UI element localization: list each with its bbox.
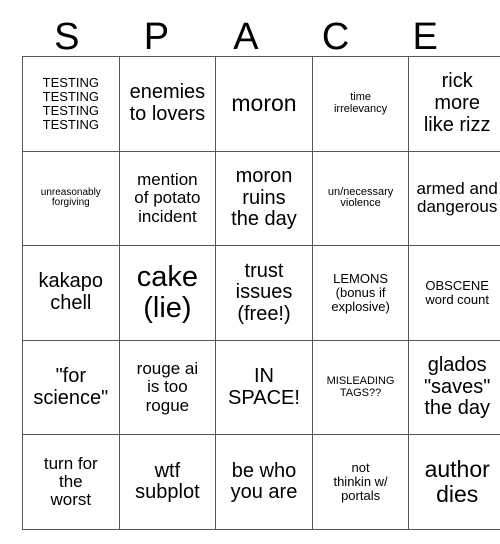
bingo-cell-label: moron: [231, 90, 297, 117]
bingo-cell-r1c2[interactable]: enemies to lovers: [118, 56, 217, 152]
bingo-cell-label: author dies: [424, 456, 490, 508]
bingo-row-5: turn for the worst wtf subplot be who yo…: [22, 434, 500, 530]
bingo-cell-r3c4[interactable]: LEMONS (bonus if explosive): [311, 245, 410, 341]
bingo-cell-r1c1[interactable]: TESTING TESTING TESTING TESTING: [22, 56, 120, 152]
bingo-cell-label: TESTING TESTING TESTING TESTING: [42, 74, 99, 132]
bingo-cell-r4c5[interactable]: glados "saves" the day: [408, 339, 500, 436]
bingo-cell-r5c5[interactable]: author dies: [408, 434, 500, 530]
bingo-cell-r4c1[interactable]: "for science": [22, 339, 120, 436]
bingo-row-1: TESTING TESTING TESTING TESTING enemies …: [22, 56, 500, 152]
bingo-cell-r4c3[interactable]: IN SPACE!: [215, 339, 313, 436]
bingo-cell-r2c1[interactable]: unreasonably forgiving: [22, 150, 120, 247]
bingo-cell-r3c3[interactable]: trust issues (free!): [215, 245, 313, 341]
bingo-cell-label: glados "saves" the day: [423, 354, 491, 420]
bingo-card: S P A C E TESTING TESTING TESTING TESTIN…: [22, 18, 500, 530]
header-letter-1: S: [54, 16, 80, 58]
bingo-cell-r3c5[interactable]: OBSCENE word count: [408, 245, 500, 341]
bingo-cell-label: "for science": [33, 364, 109, 409]
header-letter-3: A: [233, 16, 259, 58]
bingo-cell-label: rick more like rizz: [423, 70, 491, 136]
bingo-cell-label: rouge ai is too rogue: [136, 359, 199, 415]
bingo-cell-label: cake (lie): [136, 260, 199, 324]
bingo-row-3: kakapo chell cake (lie) trust issues (fr…: [22, 245, 500, 341]
bingo-cell-label: unreasonably forgiving: [40, 186, 101, 209]
bingo-cell-r1c5[interactable]: rick more like rizz: [408, 56, 500, 152]
bingo-cell-label: trust issues (free!): [235, 259, 293, 325]
bingo-cell-r5c3[interactable]: be who you are: [215, 434, 313, 530]
bingo-cell-label: be who you are: [230, 459, 298, 504]
bingo-cell-label: kakapo chell: [38, 270, 104, 314]
bingo-cell-label: not thinkin w/ portals: [333, 460, 388, 504]
bingo-cell-r4c2[interactable]: rouge ai is too rogue: [118, 339, 217, 436]
bingo-cell-r3c1[interactable]: kakapo chell: [22, 245, 120, 341]
bingo-cell-label: armed and dangerous: [416, 179, 498, 217]
bingo-cell-label: mention of potato incident: [134, 169, 201, 226]
bingo-cell-label: LEMONS (bonus if explosive): [331, 270, 390, 314]
bingo-cell-r2c5[interactable]: armed and dangerous: [408, 150, 500, 247]
bingo-cell-label: un/necessary violence: [327, 185, 394, 210]
bingo-cell-label: time irrelevancy: [333, 90, 388, 115]
bingo-cell-label: enemies to lovers: [129, 81, 206, 125]
bingo-header-row: S P A C E: [22, 18, 470, 56]
bingo-cell-label: IN SPACE!: [228, 364, 300, 409]
bingo-cell-r4c4[interactable]: MISLEADING TAGS??: [311, 339, 410, 436]
bingo-cell-label: moron ruins the day: [231, 165, 297, 231]
bingo-grid: TESTING TESTING TESTING TESTING enemies …: [22, 56, 500, 530]
bingo-cell-r3c2[interactable]: cake (lie): [118, 245, 217, 341]
bingo-cell-r1c3[interactable]: moron: [215, 56, 313, 152]
bingo-cell-r5c2[interactable]: wtf subplot: [118, 434, 217, 530]
bingo-cell-r1c4[interactable]: time irrelevancy: [311, 56, 410, 152]
header-letter-4: C: [321, 16, 350, 58]
bingo-cell-r2c2[interactable]: mention of potato incident: [118, 150, 217, 247]
bingo-cell-r5c1[interactable]: turn for the worst: [22, 434, 120, 530]
bingo-cell-label: MISLEADING TAGS??: [326, 374, 395, 399]
header-letter-2: P: [143, 16, 170, 58]
bingo-cell-r2c4[interactable]: un/necessary violence: [311, 150, 410, 247]
bingo-cell-r5c4[interactable]: not thinkin w/ portals: [311, 434, 410, 530]
bingo-row-4: "for science" rouge ai is too rogue IN S…: [22, 339, 500, 436]
bingo-cell-label: turn for the worst: [43, 453, 98, 510]
bingo-cell-label: wtf subplot: [135, 459, 200, 504]
bingo-cell-label: OBSCENE word count: [425, 277, 489, 307]
bingo-cell-r2c3[interactable]: moron ruins the day: [215, 150, 313, 247]
bingo-row-2: unreasonably forgiving mention of potato…: [22, 150, 500, 247]
header-letter-5: E: [412, 16, 438, 58]
